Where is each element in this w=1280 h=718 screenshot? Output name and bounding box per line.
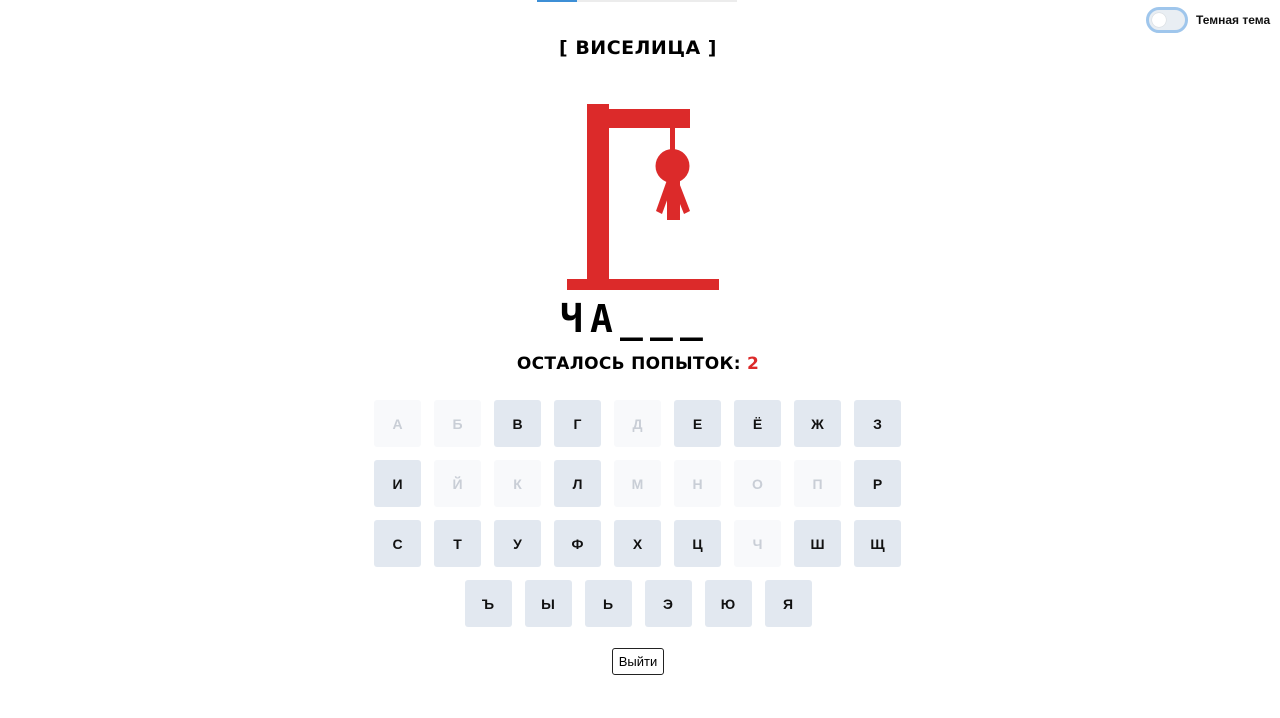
letter-key: А xyxy=(374,400,421,447)
keyboard-row: ЪЫЬЭЮЯ xyxy=(374,580,902,627)
letter-key[interactable]: Ш xyxy=(794,520,841,567)
letter-key[interactable]: Ю xyxy=(704,580,752,627)
letter-key[interactable]: Е xyxy=(674,400,721,447)
letter-key: О xyxy=(734,460,781,507)
keyboard-row: ИЙКЛМНОПР xyxy=(374,460,902,507)
letter-key[interactable]: Э xyxy=(644,580,692,627)
letter-keyboard: АБВГДЕЁЖЗ ИЙКЛМНОПР СТУФХЦЧШЩ ЪЫЬЭЮЯ xyxy=(374,400,902,640)
letter-key[interactable]: И xyxy=(374,460,421,507)
gallows-post xyxy=(587,104,609,283)
dark-theme-toggle[interactable]: Темная тема xyxy=(1146,7,1270,33)
letter-key[interactable]: Ъ xyxy=(464,580,512,627)
letter-key[interactable]: В xyxy=(494,400,541,447)
letter-key: К xyxy=(494,460,541,507)
toggle-knob xyxy=(1152,13,1166,27)
letter-key[interactable]: У xyxy=(494,520,541,567)
letter-key[interactable]: С xyxy=(374,520,421,567)
letter-key[interactable]: Х xyxy=(614,520,661,567)
letter-key[interactable]: Я xyxy=(764,580,812,627)
letter-key[interactable]: Г xyxy=(554,400,601,447)
letter-key: М xyxy=(614,460,661,507)
word-letter: _ xyxy=(620,297,643,341)
gallows-rope xyxy=(670,126,675,152)
letter-key[interactable]: З xyxy=(854,400,901,447)
letter-key[interactable]: Л xyxy=(554,460,601,507)
letter-key[interactable]: Т xyxy=(434,520,481,567)
letter-key[interactable]: Ц xyxy=(674,520,721,567)
keyboard-row: АБВГДЕЁЖЗ xyxy=(374,400,902,447)
attempts-remaining: ОСТАЛОСЬ ПОПЫТОК: 2 xyxy=(0,354,1276,374)
letter-key: Ч xyxy=(734,520,781,567)
letter-key[interactable]: Ь xyxy=(584,580,632,627)
letter-key: Н xyxy=(674,460,721,507)
keyboard-row: СТУФХЦЧШЩ xyxy=(374,520,902,567)
letter-key: Д xyxy=(614,400,661,447)
letter-key[interactable]: Ф xyxy=(554,520,601,567)
gallows-icon xyxy=(567,104,719,290)
top-progress-strip xyxy=(537,0,737,2)
hangman-page: Темная тема [ ВИСЕЛИЦА ] Ч А _ _ _ ОСТАЛОСЬ … xyxy=(0,0,1280,718)
attempts-count: 2 xyxy=(747,354,760,374)
letter-key[interactable]: Ё xyxy=(734,400,781,447)
letter-key: Б xyxy=(434,400,481,447)
top-progress-fill xyxy=(537,0,577,2)
letter-key: П xyxy=(794,460,841,507)
letter-key[interactable]: Ж xyxy=(794,400,841,447)
toggle-label: Темная тема xyxy=(1196,13,1271,27)
toggle-switch[interactable] xyxy=(1146,7,1188,33)
word-letter: А xyxy=(590,297,613,341)
letter-key[interactable]: Ы xyxy=(524,580,572,627)
hangman-head xyxy=(655,149,690,183)
gallows-beam xyxy=(587,109,690,128)
letter-key[interactable]: Р xyxy=(854,460,901,507)
letter-key: Й xyxy=(434,460,481,507)
attempts-label: ОСТАЛОСЬ ПОПЫТОК: xyxy=(516,354,741,374)
page-title: [ ВИСЕЛИЦА ] xyxy=(559,37,717,59)
exit-button[interactable]: Выйти xyxy=(612,648,664,675)
word-letter: _ xyxy=(650,297,673,341)
guessed-word: Ч А _ _ _ xyxy=(560,296,703,342)
word-letter: _ xyxy=(680,297,703,341)
letter-key[interactable]: Щ xyxy=(854,520,901,567)
word-letter: Ч xyxy=(560,297,583,341)
